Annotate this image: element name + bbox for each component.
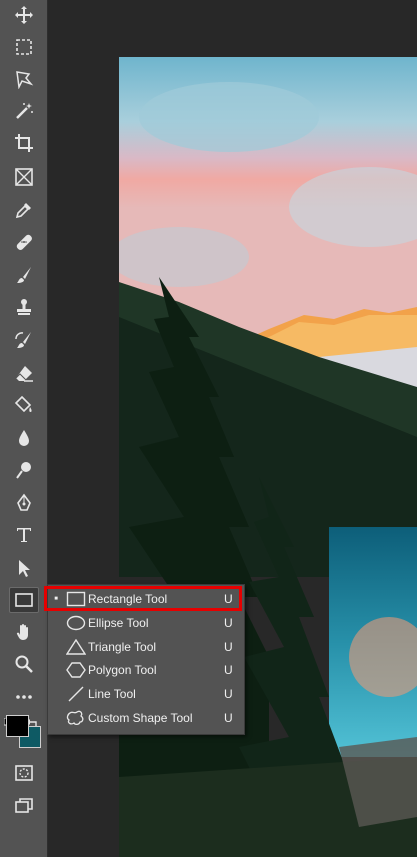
polygonal-lasso-icon	[16, 71, 34, 89]
flyout-item-label: Custom Shape Tool	[88, 711, 193, 725]
brush-icon	[17, 267, 31, 283]
pen-tool[interactable]	[9, 490, 39, 516]
drop-icon	[19, 430, 29, 446]
type-tool[interactable]	[9, 522, 39, 548]
pen-icon	[17, 493, 31, 511]
tools-panel	[0, 0, 48, 857]
lasso-tool[interactable]	[9, 66, 39, 92]
frame-tool[interactable]	[9, 164, 39, 190]
move-tool[interactable]	[9, 2, 39, 28]
ellipsis-icon	[16, 695, 32, 699]
type-icon	[17, 528, 31, 542]
marquee-icon	[16, 39, 32, 55]
ellipse-icon	[66, 615, 86, 631]
selected-indicator: ■	[54, 596, 58, 602]
dodge-icon	[16, 462, 31, 479]
more-tools[interactable]	[9, 684, 39, 710]
crop-icon	[15, 134, 33, 152]
dodge-tool[interactable]	[9, 457, 39, 483]
eyedropper-tool[interactable]	[9, 197, 39, 223]
quick-mask-icon	[15, 765, 33, 781]
clone-stamp-tool[interactable]	[9, 294, 39, 320]
custom-shape-icon	[66, 710, 84, 726]
zoom-tool[interactable]	[9, 651, 39, 677]
foreground-color-swatch[interactable]	[6, 715, 29, 737]
hand-icon	[16, 624, 28, 640]
flyout-item-custom-shape[interactable]: Custom Shape Tool U	[48, 707, 244, 729]
quick-mask-button[interactable]	[9, 760, 39, 786]
path-selection-tool[interactable]	[9, 555, 39, 581]
magic-wand-tool[interactable]	[9, 98, 39, 124]
flyout-item-shortcut: U	[224, 592, 233, 606]
rectangle-icon	[66, 591, 86, 607]
flyout-item-shortcut: U	[224, 616, 233, 630]
flyout-item-label: Rectangle Tool	[88, 592, 168, 606]
line-icon	[68, 686, 84, 702]
flyout-item-shortcut: U	[224, 687, 233, 701]
rectangle-tool[interactable]	[9, 587, 39, 613]
paint-bucket-tool[interactable]	[9, 392, 39, 418]
marquee-tool[interactable]	[9, 34, 39, 60]
flyout-item-label: Triangle Tool	[88, 640, 157, 654]
bandage-icon	[16, 234, 32, 250]
eyedropper-icon	[15, 203, 31, 219]
flyout-item-line[interactable]: Line Tool U	[48, 683, 244, 705]
flyout-item-label: Ellipse Tool	[88, 616, 149, 630]
flyout-item-polygon[interactable]: Polygon Tool U	[48, 659, 244, 681]
screen-mode-icon	[15, 798, 33, 813]
crop-tool[interactable]	[9, 130, 39, 156]
shape-tools-flyout: ■ Rectangle Tool U Ellipse Tool U Triang…	[47, 584, 245, 735]
magic-wand-icon	[16, 103, 33, 119]
frame-icon	[15, 168, 33, 186]
flyout-item-triangle[interactable]: Triangle Tool U	[48, 636, 244, 658]
blur-tool[interactable]	[9, 425, 39, 451]
brush-tool[interactable]	[9, 262, 39, 288]
healing-brush-tool[interactable]	[9, 229, 39, 255]
flyout-item-shortcut: U	[224, 711, 233, 725]
history-brush-icon	[15, 332, 31, 348]
rectangle-icon	[15, 593, 33, 607]
flyout-item-shortcut: U	[224, 640, 233, 654]
history-brush-tool[interactable]	[9, 327, 39, 353]
move-icon	[15, 6, 33, 24]
document-image[interactable]	[119, 57, 417, 857]
flyout-item-rectangle[interactable]: ■ Rectangle Tool U	[48, 588, 244, 610]
hand-tool[interactable]	[9, 619, 39, 645]
paint-bucket-icon	[14, 395, 32, 413]
zoom-icon	[15, 655, 33, 673]
flyout-item-ellipse[interactable]: Ellipse Tool U	[48, 612, 244, 634]
stamp-icon	[17, 299, 31, 315]
eraser-tool[interactable]	[9, 360, 39, 386]
polygon-icon	[66, 662, 86, 678]
eraser-icon	[15, 366, 33, 382]
triangle-icon	[66, 639, 86, 655]
screen-mode-button[interactable]	[9, 793, 39, 819]
arrow-pointer-icon	[19, 560, 30, 577]
flyout-item-label: Line Tool	[88, 687, 136, 701]
flyout-item-shortcut: U	[224, 663, 233, 677]
flyout-item-label: Polygon Tool	[88, 663, 157, 677]
